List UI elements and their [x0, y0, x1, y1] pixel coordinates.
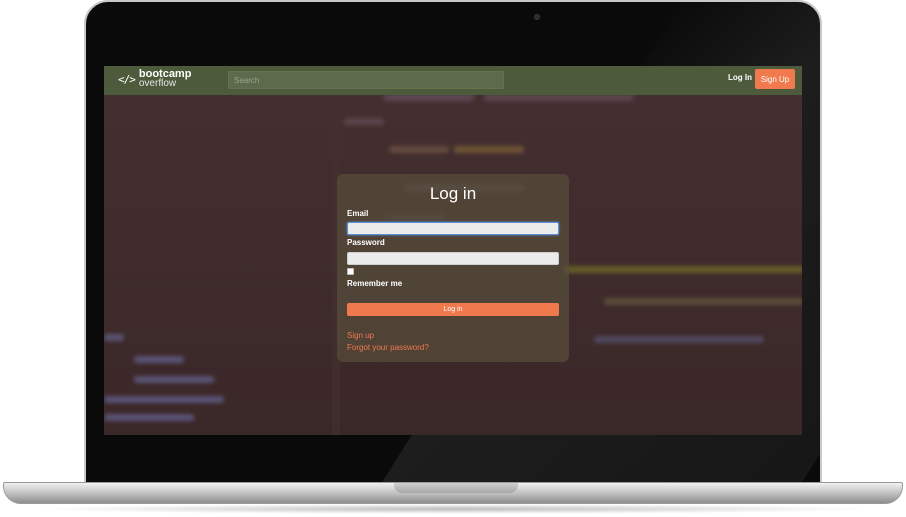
forgot-password-link[interactable]: Forgot your password?	[347, 343, 429, 352]
webcam-icon	[534, 14, 540, 20]
brand-logo[interactable]: </> bootcamp overflow	[118, 69, 192, 89]
search-input[interactable]	[228, 71, 504, 89]
code-rocket-icon: </>	[118, 72, 136, 86]
nav-login-link[interactable]: Log In	[728, 73, 752, 82]
password-field[interactable]	[347, 252, 559, 265]
email-field[interactable]	[347, 222, 559, 235]
email-label: Email	[347, 209, 369, 218]
laptop-screen: </> bootcamp overflow Log In Sign Up Log…	[104, 66, 802, 435]
base-notch	[394, 483, 518, 493]
login-title: Log in	[429, 184, 477, 203]
password-label: Password	[347, 238, 385, 247]
top-navbar: </> bootcamp overflow Log In Sign Up	[104, 66, 802, 95]
brand-sub-text: overflow	[138, 78, 177, 89]
signup-link[interactable]: Sign up	[347, 331, 374, 340]
nav-signup-button[interactable]: Sign Up	[755, 69, 795, 89]
laptop-base	[3, 482, 903, 504]
brand-text: bootcamp overflow	[138, 69, 192, 89]
remember-me-label: Remember me	[347, 279, 403, 288]
login-submit-button[interactable]: Log in	[347, 303, 559, 316]
base-shadow	[30, 504, 876, 514]
login-card: Log in Email Password Remember me Log in…	[337, 174, 569, 362]
remember-me-checkbox[interactable]	[347, 268, 354, 275]
